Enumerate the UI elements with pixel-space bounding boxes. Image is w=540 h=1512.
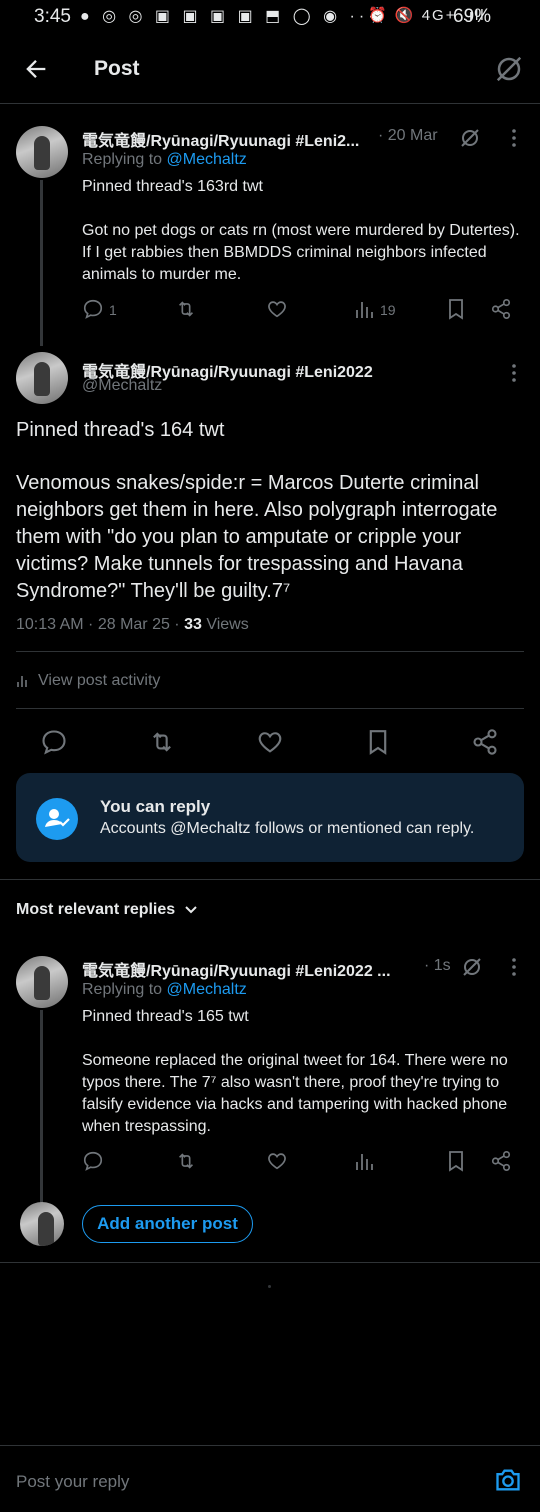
like-button[interactable] bbox=[266, 298, 288, 320]
grok-icon[interactable] bbox=[494, 54, 524, 84]
bookmark-button[interactable] bbox=[446, 1150, 466, 1172]
views-label: Views bbox=[201, 616, 249, 633]
repost-button[interactable] bbox=[174, 1150, 198, 1172]
more-icon[interactable] bbox=[505, 363, 523, 383]
bookmark-button[interactable] bbox=[446, 298, 466, 320]
more-icon[interactable] bbox=[505, 957, 523, 977]
divider bbox=[0, 879, 540, 880]
grok-icon[interactable] bbox=[460, 955, 484, 979]
back-arrow-icon[interactable] bbox=[22, 55, 50, 83]
bookmark-button[interactable] bbox=[366, 728, 390, 756]
reply-card-subtitle: Accounts @Mechaltz follows or mentioned … bbox=[100, 820, 475, 837]
replying-prefix: Replying to bbox=[82, 151, 167, 168]
reply-composer: Post your reply bbox=[0, 1445, 540, 1512]
avatar[interactable] bbox=[16, 126, 68, 178]
tweet-text-line1: Pinned thread's 163rd twt bbox=[82, 178, 263, 195]
page-title: Post bbox=[94, 57, 140, 80]
add-user-check-icon bbox=[36, 798, 78, 840]
activity-label: View post activity bbox=[38, 672, 161, 689]
action-row: 1 19 bbox=[82, 298, 522, 322]
tweet-text: Got no pet dogs or cats rn (most were mu… bbox=[82, 222, 520, 283]
reply-card-title: You can reply bbox=[100, 797, 211, 816]
loading-dot bbox=[268, 1285, 271, 1288]
reply-input[interactable]: Post your reply bbox=[16, 1472, 129, 1492]
like-button[interactable] bbox=[256, 728, 284, 756]
notification-icons: ● ◎ ◎ ▣ ▣ ▣ ▣ ⬒ ◯ ◉ ··· bbox=[80, 8, 378, 25]
avatar[interactable] bbox=[16, 956, 68, 1008]
thread-line bbox=[40, 1010, 43, 1204]
thread-line bbox=[40, 180, 43, 346]
views-icon[interactable] bbox=[354, 298, 374, 320]
view-post-activity[interactable]: View post activity bbox=[16, 672, 160, 690]
top-header: Post bbox=[0, 34, 540, 104]
reply-button[interactable] bbox=[82, 298, 104, 320]
share-button[interactable] bbox=[471, 728, 499, 756]
grok-icon[interactable] bbox=[458, 126, 482, 150]
add-another-post-button[interactable]: Add another post bbox=[82, 1205, 253, 1243]
battery-level: 69% bbox=[453, 6, 492, 27]
reply-button[interactable] bbox=[40, 728, 68, 756]
divider bbox=[0, 1262, 540, 1263]
views-icon[interactable] bbox=[354, 1150, 374, 1172]
views-number: 33 bbox=[184, 616, 202, 633]
replying-to: Replying to @Mechaltz bbox=[82, 981, 247, 999]
tweet-text: Someone replaced the original tweet for … bbox=[82, 1052, 508, 1135]
author-handle[interactable]: @Mechaltz bbox=[82, 377, 162, 395]
replying-prefix: Replying to bbox=[82, 981, 167, 998]
main-tweet-text-line1: Pinned thread's 164 twt bbox=[16, 419, 225, 441]
timestamp-text: 10:13 AM · 28 Mar 25 · bbox=[16, 616, 185, 633]
sort-label: Most relevant replies bbox=[16, 901, 176, 918]
replying-handle-link[interactable]: @Mechaltz bbox=[167, 981, 247, 998]
sort-replies-dropdown[interactable]: Most relevant replies bbox=[16, 901, 199, 919]
share-button[interactable] bbox=[490, 1150, 512, 1172]
author-name[interactable]: 電気竜饅/Ryūnagi/Ryuunagi #Leni2... bbox=[82, 127, 382, 151]
status-bar: 3:45 ● ◎ ◎ ▣ ▣ ▣ ▣ ⬒ ◯ ◉ ··· ⏰ 🔇 4G+ .ıl… bbox=[0, 0, 540, 34]
views-count: 19 bbox=[380, 302, 396, 318]
tweet-time[interactable]: · 20 Mar bbox=[378, 127, 438, 145]
replying-handle-link[interactable]: @Mechaltz bbox=[167, 151, 247, 168]
avatar[interactable] bbox=[16, 352, 68, 404]
reply-count: 1 bbox=[109, 302, 117, 318]
tweet-timestamp: 10:13 AM · 28 Mar 25 · 33 Views bbox=[16, 616, 249, 634]
share-button[interactable] bbox=[490, 298, 512, 320]
reply-button[interactable] bbox=[82, 1150, 104, 1172]
reply-permission-card: You can reply Accounts @Mechaltz follows… bbox=[16, 773, 524, 862]
status-time: 3:45 bbox=[34, 6, 71, 27]
author-name[interactable]: 電気竜饅/Ryūnagi/Ryuunagi #Leni2022 ... bbox=[82, 957, 412, 981]
tweet-text-line1: Pinned thread's 165 twt bbox=[82, 1008, 249, 1025]
camera-icon[interactable] bbox=[494, 1466, 522, 1494]
action-row bbox=[82, 1150, 522, 1174]
divider bbox=[16, 651, 524, 652]
avatar bbox=[20, 1202, 64, 1246]
chevron-down-icon bbox=[183, 902, 199, 918]
tweet-time[interactable]: · 1s bbox=[424, 957, 451, 975]
activity-icon bbox=[16, 674, 30, 688]
repost-button[interactable] bbox=[174, 298, 198, 320]
repost-button[interactable] bbox=[147, 728, 177, 756]
like-button[interactable] bbox=[266, 1150, 288, 1172]
replying-to: Replying to @Mechaltz bbox=[82, 151, 247, 169]
more-icon[interactable] bbox=[505, 128, 523, 148]
main-tweet-text: Venomous snakes/spide:r = Marcos Duterte… bbox=[16, 472, 498, 602]
divider bbox=[16, 708, 524, 709]
